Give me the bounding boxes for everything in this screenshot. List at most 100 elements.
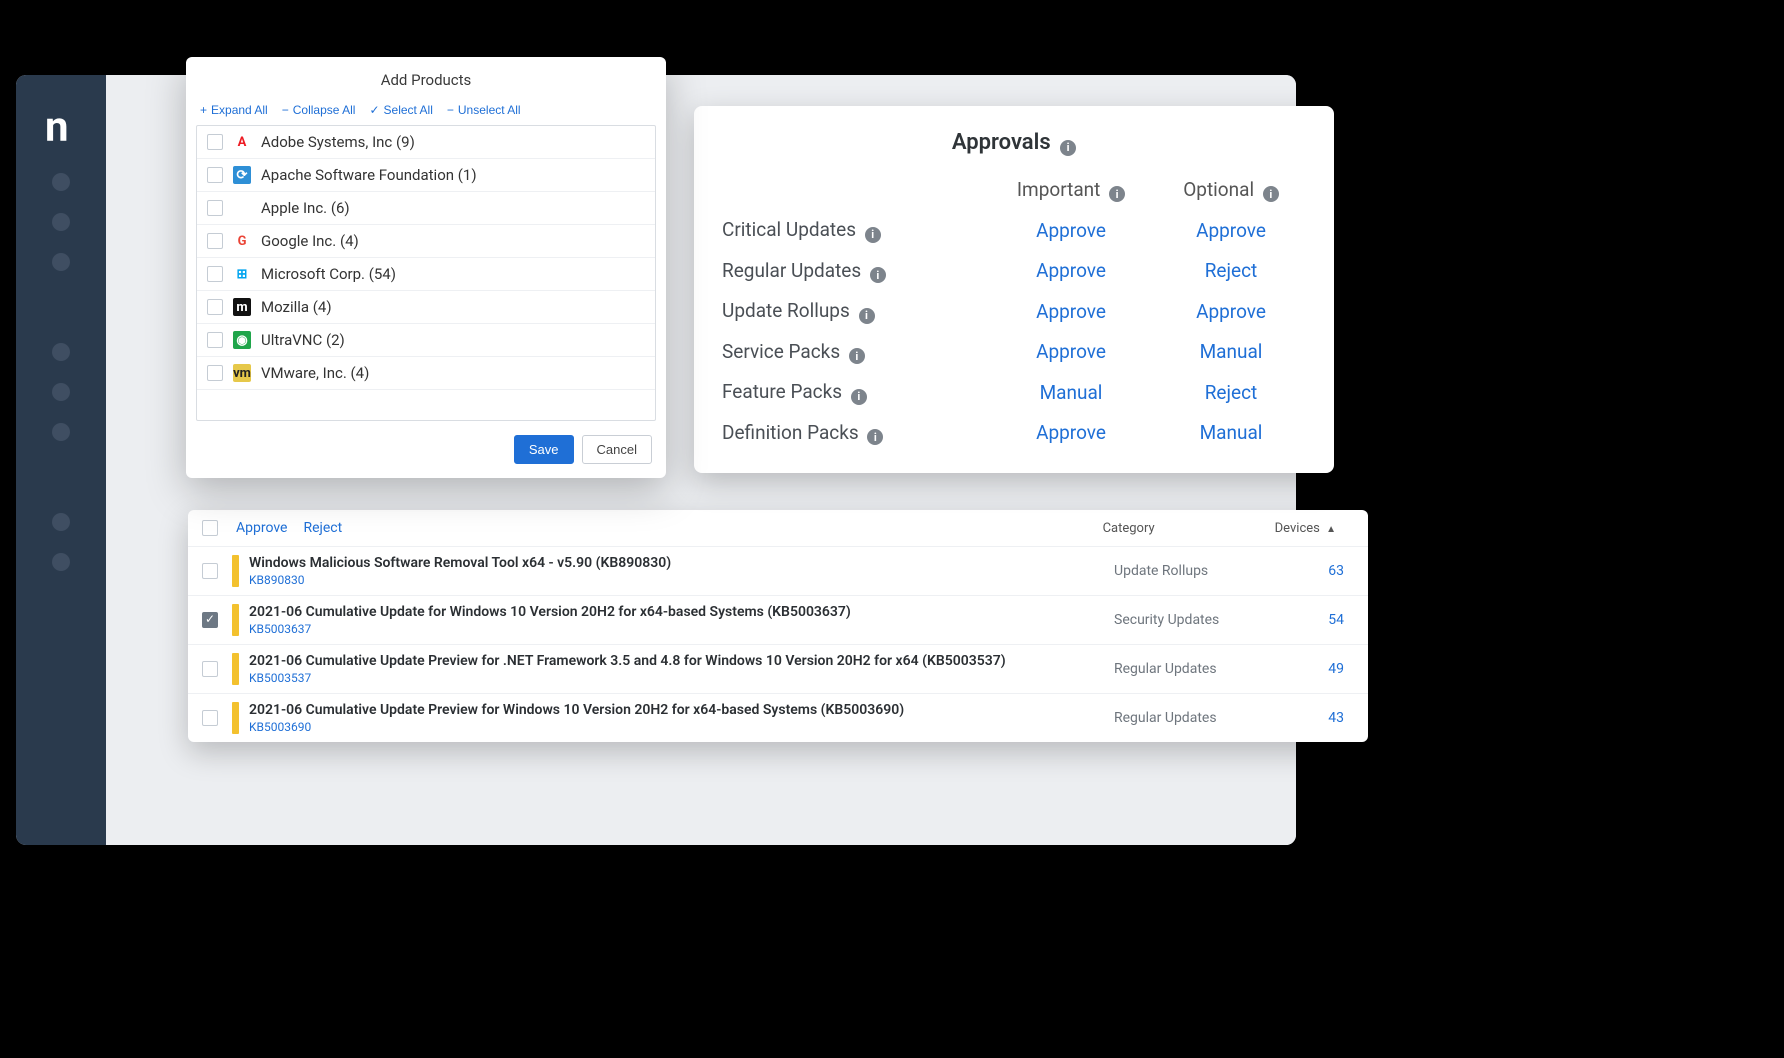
info-icon[interactable]: i: [867, 429, 883, 445]
nav-dot[interactable]: [52, 253, 70, 271]
approval-important-action[interactable]: Approve: [996, 340, 1146, 363]
check-icon: ✓: [369, 103, 379, 117]
col-important: Important i: [996, 178, 1146, 203]
update-devices-count[interactable]: 49: [1294, 661, 1354, 677]
vendor-row[interactable]: ⊞Microsoft Corp. (54): [197, 258, 655, 291]
vendor-checkbox[interactable]: [207, 233, 223, 249]
update-title: 2021-06 Cumulative Update for Windows 10…: [249, 604, 1114, 620]
info-icon[interactable]: i: [1109, 186, 1125, 202]
vendor-row[interactable]: GGoogle Inc. (4): [197, 225, 655, 258]
approval-optional-action[interactable]: Reject: [1156, 259, 1306, 282]
approval-row-label: Feature Packs i: [722, 380, 986, 405]
approval-optional-action[interactable]: Approve: [1156, 300, 1306, 323]
update-checkbox[interactable]: [202, 563, 218, 579]
update-main: 2021-06 Cumulative Update Preview for Wi…: [249, 702, 1114, 734]
vendor-row[interactable]: ◉UltraVNC (2): [197, 324, 655, 357]
severity-bar: [232, 702, 239, 734]
update-category: Update Rollups: [1114, 563, 1294, 579]
nav-dot[interactable]: [52, 553, 70, 571]
update-row[interactable]: Windows Malicious Software Removal Tool …: [188, 546, 1368, 595]
col-devices[interactable]: Devices ▲: [1275, 521, 1336, 536]
nav-dot[interactable]: [52, 513, 70, 531]
nav-dot[interactable]: [52, 213, 70, 231]
update-main: Windows Malicious Software Removal Tool …: [249, 555, 1114, 587]
nav-dot[interactable]: [52, 423, 70, 441]
approvals-card: Approvals i Important i Optional i Criti…: [694, 106, 1334, 473]
update-checkbox[interactable]: [202, 661, 218, 677]
approval-important-action[interactable]: Manual: [996, 381, 1146, 404]
approval-important-action[interactable]: Approve: [996, 421, 1146, 444]
vendor-checkbox[interactable]: [207, 332, 223, 348]
approval-optional-action[interactable]: Manual: [1156, 421, 1306, 444]
vendor-checkbox[interactable]: [207, 299, 223, 315]
expand-all-label: Expand All: [211, 103, 268, 117]
vendor-tree-wrap: AAdobe Systems, Inc (9)⟳Apache Software …: [196, 125, 656, 421]
expand-all-button[interactable]: + Expand All: [200, 103, 268, 117]
vendor-row[interactable]: ⟳Apache Software Foundation (1): [197, 159, 655, 192]
update-kb-link[interactable]: KB5003637: [249, 622, 1114, 636]
vendor-checkbox[interactable]: [207, 266, 223, 282]
info-icon[interactable]: i: [859, 308, 875, 324]
update-kb-link[interactable]: KB5003537: [249, 671, 1114, 685]
update-title: Windows Malicious Software Removal Tool …: [249, 555, 1114, 571]
update-devices-count[interactable]: 63: [1294, 563, 1354, 579]
approval-optional-action[interactable]: Reject: [1156, 381, 1306, 404]
approvals-title-text: Approvals: [952, 130, 1051, 155]
update-kb-link[interactable]: KB5003690: [249, 720, 1114, 734]
save-button[interactable]: Save: [514, 435, 574, 464]
update-devices-count[interactable]: 43: [1294, 710, 1354, 726]
vendor-checkbox[interactable]: [207, 167, 223, 183]
add-products-dialog: Add Products + Expand All − Collapse All…: [186, 57, 666, 478]
nav-dot[interactable]: [52, 383, 70, 401]
unselect-all-label: Unselect All: [458, 103, 521, 117]
info-icon[interactable]: i: [1060, 140, 1076, 156]
approval-row-label: Critical Updates i: [722, 218, 986, 243]
approve-link[interactable]: Approve: [236, 520, 287, 536]
info-icon[interactable]: i: [851, 389, 867, 405]
vendor-checkbox[interactable]: [207, 365, 223, 381]
update-devices-count[interactable]: 54: [1294, 612, 1354, 628]
vendor-row[interactable]: vmVMware, Inc. (4): [197, 357, 655, 390]
vendor-checkbox[interactable]: [207, 134, 223, 150]
select-all-checkbox[interactable]: [202, 520, 218, 536]
vendor-icon: vm: [233, 364, 251, 382]
info-icon[interactable]: i: [849, 348, 865, 364]
update-main: 2021-06 Cumulative Update Preview for .N…: [249, 653, 1114, 685]
vendor-row[interactable]: Apple Inc. (6): [197, 192, 655, 225]
approval-important-action[interactable]: Approve: [996, 219, 1146, 242]
nav-dot[interactable]: [52, 173, 70, 191]
minus-icon: −: [447, 103, 454, 117]
update-row[interactable]: 2021-06 Cumulative Update for Windows 10…: [188, 595, 1368, 644]
unselect-all-button[interactable]: − Unselect All: [447, 103, 521, 117]
approval-row-label: Regular Updates i: [722, 259, 986, 284]
reject-link[interactable]: Reject: [303, 520, 342, 536]
approval-important-action[interactable]: Approve: [996, 259, 1146, 282]
vendor-tree[interactable]: AAdobe Systems, Inc (9)⟳Apache Software …: [197, 126, 655, 420]
cancel-button[interactable]: Cancel: [582, 435, 652, 464]
approval-optional-action[interactable]: Manual: [1156, 340, 1306, 363]
select-all-button[interactable]: ✓ Select All: [369, 103, 432, 117]
collapse-all-button[interactable]: − Collapse All: [282, 103, 356, 117]
header-columns: Category Devices ▲: [1103, 521, 1354, 536]
approval-important-action[interactable]: Approve: [996, 300, 1146, 323]
col-category[interactable]: Category: [1103, 521, 1155, 536]
approval-optional-action[interactable]: Approve: [1156, 219, 1306, 242]
vendor-checkbox[interactable]: [207, 200, 223, 216]
update-row[interactable]: 2021-06 Cumulative Update Preview for Wi…: [188, 693, 1368, 742]
update-title: 2021-06 Cumulative Update Preview for Wi…: [249, 702, 1114, 718]
info-icon[interactable]: i: [865, 227, 881, 243]
vendor-row[interactable]: mMozilla (4): [197, 291, 655, 324]
update-checkbox[interactable]: [202, 710, 218, 726]
info-icon[interactable]: i: [870, 267, 886, 283]
vendor-row[interactable]: AAdobe Systems, Inc (9): [197, 126, 655, 159]
update-checkbox[interactable]: [202, 612, 218, 628]
info-icon[interactable]: i: [1263, 186, 1279, 202]
vendor-icon: A: [233, 133, 251, 151]
nav-dot[interactable]: [52, 343, 70, 361]
updates-body: Windows Malicious Software Removal Tool …: [188, 546, 1368, 742]
update-row[interactable]: 2021-06 Cumulative Update Preview for .N…: [188, 644, 1368, 693]
update-kb-link[interactable]: KB890830: [249, 573, 1114, 587]
vendor-icon: ⟳: [233, 166, 251, 184]
dialog-title: Add Products: [186, 57, 666, 101]
col-optional-label: Optional: [1183, 178, 1254, 201]
